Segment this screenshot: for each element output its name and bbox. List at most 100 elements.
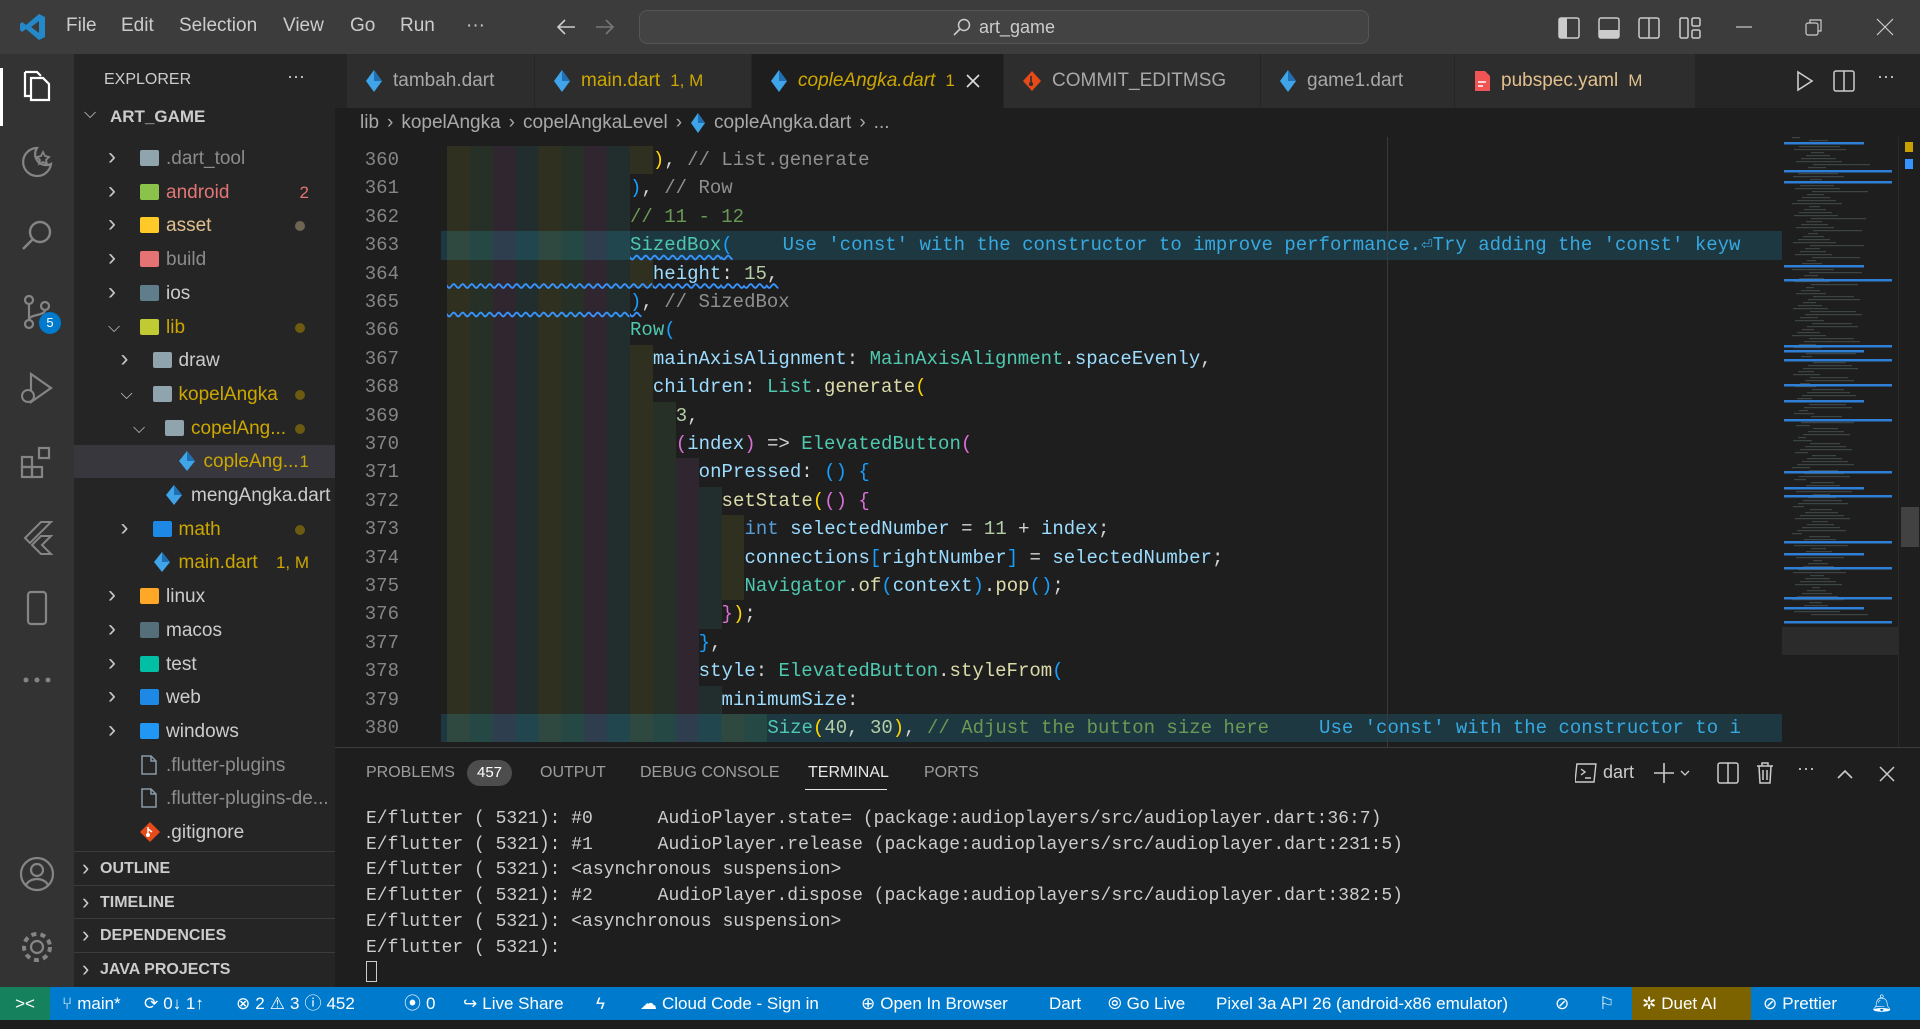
extensions-icon[interactable] <box>17 443 57 483</box>
feedback-icon[interactable]: ⚐ <box>1599 987 1614 1020</box>
section-outline[interactable]: › OUTLINE <box>74 851 335 885</box>
tree-item[interactable]: ⌵ lib <box>74 311 335 344</box>
notifications-bell-icon[interactable]: 🔔︎ <box>1871 987 1893 1020</box>
menu-view[interactable]: View <box>283 15 324 37</box>
tab-output[interactable]: OUTPUT <box>540 764 606 782</box>
tree-item[interactable]: › asset <box>74 209 335 242</box>
close-tab-icon[interactable] <box>965 73 981 89</box>
sync-item[interactable]: ⟳ 0↓ 1↑ <box>144 987 204 1020</box>
more-actions-icon[interactable]: ··· <box>1877 66 1895 87</box>
tab-debug-console[interactable]: DEBUG CONSOLE <box>640 764 780 782</box>
editor-tab[interactable]: tambah.dart <box>347 54 535 108</box>
workspace-root[interactable]: ⌵ ART_GAME <box>74 101 335 133</box>
section-java-projects[interactable]: › JAVA PROJECTS <box>74 951 335 986</box>
flutter-icon[interactable] <box>17 516 57 556</box>
tree-item[interactable]: copleAng... 1 <box>74 445 335 479</box>
device-selector[interactable]: Pixel 3a API 26 (android-x86 emulator) <box>1216 987 1508 1020</box>
tree-item[interactable]: › macos <box>74 614 335 647</box>
toggle-primary-sidebar-icon[interactable] <box>1558 17 1580 39</box>
device-icon[interactable] <box>17 588 57 628</box>
tree-item[interactable]: › web <box>74 681 335 714</box>
vertical-scrollbar[interactable] <box>1898 137 1920 747</box>
tab-problems[interactable]: PROBLEMS <box>366 764 455 782</box>
tree-item[interactable]: mengAngka.dart <box>74 479 335 512</box>
source-control-icon[interactable]: 5 <box>17 292 61 334</box>
tab-ports[interactable]: PORTS <box>924 764 979 782</box>
explorer-icon[interactable] <box>17 66 57 106</box>
section-dependencies[interactable]: › DEPENDENCIES <box>74 918 335 952</box>
back-arrow-icon[interactable] <box>555 16 577 38</box>
terminal-selector[interactable]: dart <box>1575 762 1634 783</box>
panel-more-icon[interactable]: ··· <box>1797 758 1815 779</box>
menu-go[interactable]: Go <box>350 15 375 37</box>
tree-item[interactable]: .flutter-plugins-de... <box>74 782 335 815</box>
breadcrumb-item[interactable]: copleAngka.dart <box>714 112 851 134</box>
section-timeline[interactable]: › TIMELINE <box>74 884 335 919</box>
tree-item[interactable]: › math <box>74 513 335 546</box>
tree-item[interactable]: › windows <box>74 715 335 748</box>
sidebar-more-button[interactable]: ··· <box>287 66 305 87</box>
account-icon[interactable] <box>17 854 57 894</box>
more-icon[interactable] <box>17 660 57 700</box>
problems-item[interactable]: ⊗ 2 ⚠ 3 ⓘ 452 <box>236 987 355 1020</box>
restore-icon[interactable] <box>1804 17 1824 37</box>
close-icon[interactable] <box>1875 17 1895 37</box>
bolt-icon[interactable]: ϟ <box>596 987 605 1020</box>
breadcrumb-item[interactable]: ... <box>874 112 890 134</box>
menu-run[interactable]: Run <box>400 15 435 37</box>
editor-tab[interactable]: pubspec.yaml M <box>1455 54 1696 108</box>
menu-selection[interactable]: Selection <box>179 15 257 37</box>
breadcrumb-item[interactable]: copelAngkaLevel <box>523 112 668 134</box>
menu-edit[interactable]: Edit <box>121 15 154 37</box>
run-debug-icon[interactable] <box>17 368 57 408</box>
tree-item[interactable]: › test <box>74 648 335 681</box>
live-share-item[interactable]: ↪ Live Share <box>463 987 564 1020</box>
tree-item[interactable]: › android 2 <box>74 176 335 209</box>
editor-tab[interactable]: COMMIT_EDITMSG <box>1004 54 1261 108</box>
prettier-item[interactable]: ⊘ Prettier <box>1763 987 1837 1020</box>
tree-item[interactable]: › .dart_tool <box>74 142 335 175</box>
cloud-code-item[interactable]: ☁ Cloud Code - Sign in <box>640 987 819 1020</box>
open-browser-item[interactable]: ⊕ Open In Browser <box>861 987 1008 1020</box>
tree-item[interactable]: › linux <box>74 580 335 613</box>
toggle-panel-icon[interactable] <box>1598 17 1620 39</box>
split-editor-icon[interactable] <box>1833 70 1855 92</box>
menu-more[interactable]: ··· <box>466 15 485 37</box>
run-icon[interactable] <box>1793 70 1815 92</box>
editor-tab[interactable]: copleAngka.dart 1 <box>752 54 1004 108</box>
branch-item[interactable]: ⑂ main* <box>62 987 121 1020</box>
maximize-panel-icon[interactable] <box>1835 764 1855 784</box>
menu-file[interactable]: File <box>66 15 97 37</box>
editor-tab[interactable]: main.dart 1, M <box>535 54 752 108</box>
duet-ai-item[interactable]: ✲ Duet AI <box>1632 987 1751 1020</box>
tree-item[interactable]: › ios <box>74 277 335 310</box>
tree-item[interactable]: › build <box>74 243 335 276</box>
tree-item[interactable]: .flutter-plugins <box>74 749 335 782</box>
ports-item[interactable]: ⦿ 0 <box>404 987 435 1020</box>
command-center-search[interactable]: art_game <box>639 10 1369 44</box>
copilot-icon[interactable]: ⊘ <box>1555 987 1569 1020</box>
minimize-icon[interactable] <box>1734 17 1754 37</box>
editor-tab[interactable]: game1.dart <box>1261 54 1455 108</box>
code-editor[interactable]: 360), // List.generate 361), // Row 362// … <box>335 137 1920 747</box>
split-terminal-icon[interactable] <box>1717 762 1739 784</box>
search-icon[interactable] <box>17 216 57 256</box>
close-panel-icon[interactable] <box>1877 764 1897 784</box>
tree-item[interactable]: ⌵ kopelAngka <box>74 378 335 411</box>
settings-gear-icon[interactable] <box>17 927 57 967</box>
minimap[interactable] <box>1782 137 1898 747</box>
breadcrumb-item[interactable]: kopelAngka <box>401 112 500 134</box>
tree-item[interactable]: .gitignore <box>74 816 335 849</box>
remote-indicator[interactable]: >< <box>0 987 50 1020</box>
tree-item[interactable]: ⌵ copelAng... <box>74 412 335 445</box>
forward-arrow-icon[interactable] <box>594 16 616 38</box>
kill-terminal-icon[interactable] <box>1755 761 1775 785</box>
customize-layout-icon[interactable] <box>1679 17 1701 39</box>
tree-item[interactable]: › draw <box>74 344 335 377</box>
toggle-secondary-sidebar-icon[interactable] <box>1638 17 1660 39</box>
tab-terminal[interactable]: TERMINAL <box>808 764 889 782</box>
breadcrumb-item[interactable]: lib <box>360 112 379 134</box>
remote-explorer-icon[interactable] <box>17 142 57 182</box>
language-mode[interactable]: Dart <box>1049 987 1081 1020</box>
new-terminal-icon[interactable] <box>1653 762 1693 784</box>
